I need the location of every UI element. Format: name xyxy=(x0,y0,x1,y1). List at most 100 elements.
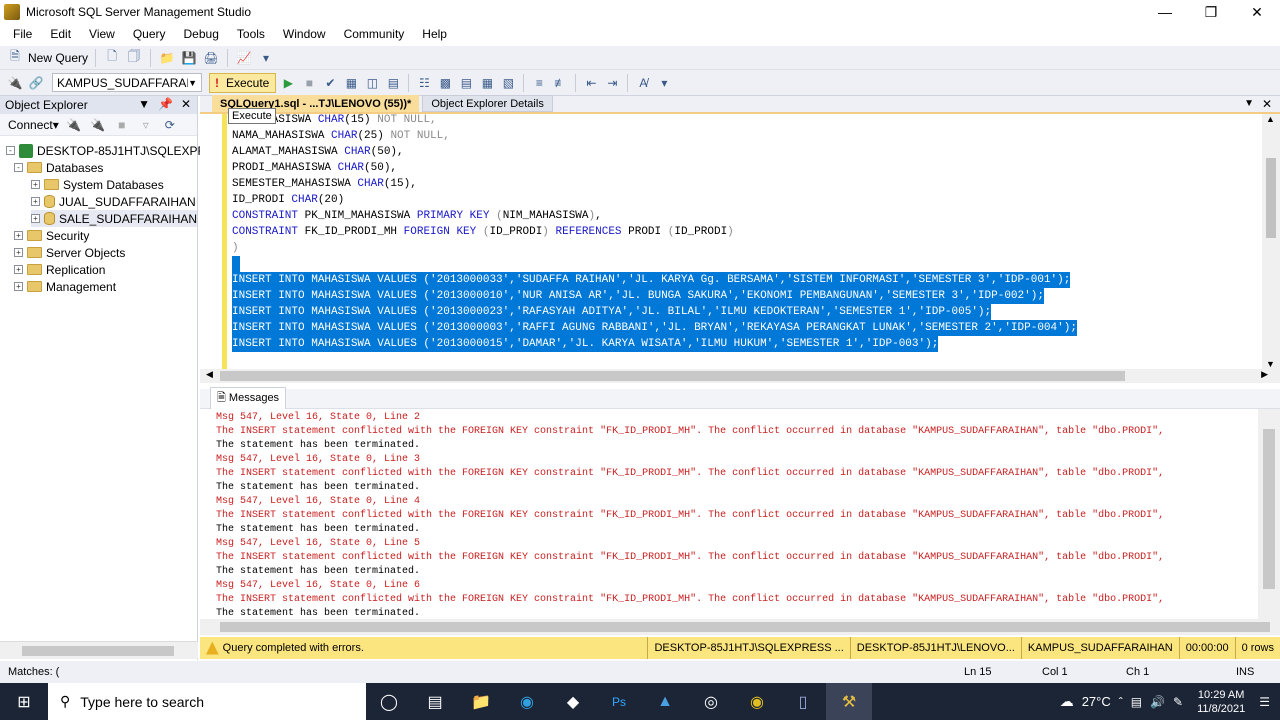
photoshop-icon[interactable]: Ps xyxy=(596,683,642,720)
image-editor-icon[interactable]: ▲ xyxy=(642,683,688,720)
scroll-down-icon[interactable]: ▼ xyxy=(1266,359,1275,369)
ssms-taskbar-icon[interactable]: ⚒ xyxy=(826,683,872,720)
scrollbar-thumb[interactable] xyxy=(1263,429,1275,589)
app-icon[interactable]: ◆ xyxy=(550,683,596,720)
taskbar-search[interactable]: ⚲ Type here to search xyxy=(48,683,366,720)
expand-icon[interactable]: + xyxy=(31,180,40,189)
tree-db-jual-node[interactable]: + JUAL_SUDAFFARAIHAN xyxy=(31,193,196,210)
editor-vertical-scrollbar[interactable]: ▲ ▼ xyxy=(1262,114,1280,369)
tab-object-explorer-details[interactable]: Object Explorer Details xyxy=(422,95,553,112)
refresh-icon[interactable]: ⟳ xyxy=(161,116,179,134)
speaker-icon[interactable]: 🔊 xyxy=(1150,695,1165,709)
disconnect-icon[interactable]: 🔌 xyxy=(89,116,107,134)
connect-icon[interactable]: 🔌 xyxy=(6,74,24,92)
edge-icon[interactable]: ◉ xyxy=(504,683,550,720)
client-statistics-icon[interactable]: ▩ xyxy=(436,74,454,92)
new-query-button[interactable]: New Query xyxy=(28,51,88,65)
network-icon[interactable]: ▤ xyxy=(1131,695,1142,709)
connect-server-icon[interactable]: 🔌 xyxy=(65,116,83,134)
menu-help[interactable]: Help xyxy=(413,27,456,41)
tree-system-databases-node[interactable]: + System Databases xyxy=(31,176,164,193)
expand-icon[interactable]: + xyxy=(31,214,40,223)
menu-view[interactable]: View xyxy=(80,27,124,41)
connect-dropdown[interactable]: Connect▾ xyxy=(8,118,59,132)
new-file-icon[interactable]: 🗋 xyxy=(103,49,121,67)
change-connection-icon[interactable]: 🔗 xyxy=(27,74,45,92)
tree-replication-node[interactable]: + Replication xyxy=(14,261,105,278)
open-folder-icon[interactable]: 📁 xyxy=(158,49,176,67)
expand-icon[interactable]: + xyxy=(14,265,23,274)
pen-icon[interactable]: ✎ xyxy=(1173,695,1183,709)
chrome-icon[interactable]: ◉ xyxy=(734,683,780,720)
actual-plan-icon[interactable]: ☷ xyxy=(415,74,433,92)
close-icon[interactable]: ✕ xyxy=(1234,0,1280,24)
menu-debug[interactable]: Debug xyxy=(175,27,228,41)
tab-messages[interactable]: 🗎 Messages xyxy=(210,387,287,410)
chevron-down-icon[interactable]: ▼ xyxy=(138,97,150,111)
cortana-icon[interactable]: ◯ xyxy=(366,683,412,720)
execute-button[interactable]: Execute xyxy=(209,72,277,93)
scrollbar-thumb[interactable] xyxy=(220,371,1125,381)
tree-server-objects-node[interactable]: + Server Objects xyxy=(14,244,125,261)
scrollbar-thumb[interactable] xyxy=(1266,158,1276,238)
chevron-up-icon[interactable]: ˆ xyxy=(1119,695,1123,709)
scrollbar-thumb[interactable] xyxy=(220,622,1270,632)
scroll-up-icon[interactable]: ▲ xyxy=(1266,114,1275,124)
notes-app-icon[interactable]: ▯ xyxy=(780,683,826,720)
tree-management-node[interactable]: + Management xyxy=(14,278,116,295)
database-selector[interactable]: KAMPUS_SUDAFFARAIHAN ▼ xyxy=(52,73,202,92)
pin-icon[interactable]: 📌 xyxy=(158,97,173,111)
activity-monitor-icon[interactable]: 📈 xyxy=(235,49,253,67)
notifications-icon[interactable]: ☰ xyxy=(1259,695,1270,709)
tree-db-sale-node[interactable]: + SALE_SUDAFFARAIHAN xyxy=(31,210,198,227)
scrollbar-thumb[interactable] xyxy=(22,646,174,656)
messages-horizontal-scrollbar[interactable] xyxy=(200,619,1280,635)
decrease-indent-icon[interactable]: ⇤ xyxy=(582,74,600,92)
debug-play-icon[interactable]: ▶ xyxy=(279,74,297,92)
menu-community[interactable]: Community xyxy=(335,27,414,41)
menu-edit[interactable]: Edit xyxy=(41,27,80,41)
taskbar-clock[interactable]: 10:29 AM 11/8/2021 xyxy=(1197,688,1245,716)
cancel-query-icon[interactable]: ■ xyxy=(300,74,318,92)
toolbar-options-icon[interactable]: ▾ xyxy=(655,74,673,92)
close-icon[interactable]: ✕ xyxy=(1262,97,1272,111)
results-to-text-icon[interactable]: ▤ xyxy=(457,74,475,92)
close-icon[interactable]: ✕ xyxy=(181,97,191,111)
menu-file[interactable]: File xyxy=(4,27,41,41)
messages-vertical-scrollbar[interactable] xyxy=(1258,409,1280,619)
copy-icon[interactable]: 🗍 xyxy=(125,49,143,67)
intellisense-icon[interactable]: ▤ xyxy=(384,74,402,92)
increase-indent-icon[interactable]: ⇥ xyxy=(603,74,621,92)
object-explorer-scrollbar[interactable] xyxy=(0,641,198,659)
editor-horizontal-scrollbar[interactable]: ◀ ▶ xyxy=(200,369,1280,383)
tree-security-node[interactable]: + Security xyxy=(14,227,89,244)
weather-temperature[interactable]: 27°C xyxy=(1082,694,1111,709)
results-to-file-icon[interactable]: ▧ xyxy=(499,74,517,92)
comment-icon[interactable]: ≡ xyxy=(530,74,548,92)
expand-icon[interactable]: + xyxy=(14,282,23,291)
save-icon[interactable]: 💾 xyxy=(180,49,198,67)
menu-window[interactable]: Window xyxy=(274,27,335,41)
scroll-left-icon[interactable]: ◀ xyxy=(206,369,213,380)
expand-icon[interactable]: + xyxy=(14,231,23,240)
collapse-icon[interactable]: - xyxy=(6,146,15,155)
maximize-icon[interactable]: ❐ xyxy=(1188,0,1234,24)
results-to-grid-icon[interactable]: ▦ xyxy=(478,74,496,92)
menu-tools[interactable]: Tools xyxy=(228,27,274,41)
parse-check-icon[interactable]: ✔ xyxy=(321,74,339,92)
messages-pane[interactable]: Msg 547, Level 16, State 0, Line 2 The IN… xyxy=(200,409,1258,619)
expand-icon[interactable]: + xyxy=(14,248,23,257)
windows-start-icon[interactable]: ⊞ xyxy=(0,683,48,720)
task-view-icon[interactable]: ▤ xyxy=(412,683,458,720)
menu-query[interactable]: Query xyxy=(124,27,175,41)
media-player-icon[interactable]: ◎ xyxy=(688,683,734,720)
print-icon[interactable]: 🖨 xyxy=(202,49,220,67)
tree-databases-node[interactable]: - Databases xyxy=(14,159,103,176)
stop-icon[interactable]: ■ xyxy=(113,116,131,134)
specify-values-icon[interactable]: A̸ xyxy=(634,74,652,92)
chevron-down-icon[interactable]: ▼ xyxy=(1244,98,1254,109)
uncomment-icon[interactable]: ≢ xyxy=(551,74,569,92)
file-explorer-icon[interactable]: 📁 xyxy=(458,683,504,720)
collapse-icon[interactable]: - xyxy=(14,163,23,172)
toolbar-options-icon[interactable]: ▾ xyxy=(257,49,275,67)
